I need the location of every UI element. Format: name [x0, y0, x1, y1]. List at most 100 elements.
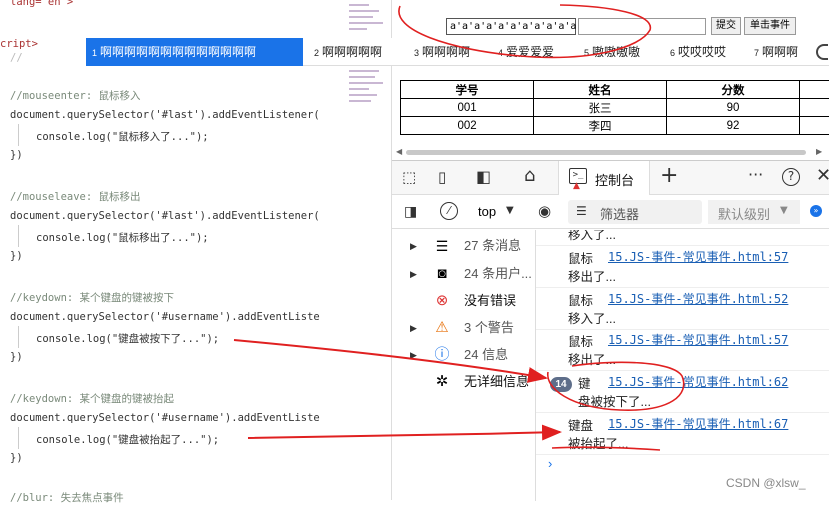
source-link[interactable]: 15.JS-事件-常见事件.html:62 — [608, 373, 788, 390]
device-emulation-icon[interactable]: ▯ — [438, 168, 446, 186]
table-cell — [799, 99, 829, 117]
code-line: cript> — [0, 38, 38, 50]
submit-button[interactable]: 提交 — [711, 17, 741, 35]
sidebar-toggle-icon[interactable]: ◨ — [404, 204, 417, 220]
inspect-icon[interactable]: ⬚ — [402, 168, 416, 186]
browser-page: a'a'a'a'a'a'a'a'a'a'a'a'a'a 提交 单击事件 学号 姓… — [392, 0, 829, 160]
context-selector[interactable]: top ▼ — [470, 202, 526, 222]
code-line: }) — [10, 351, 23, 363]
close-icon[interactable]: ✕ — [816, 165, 829, 186]
code-line: console.log("键盘被抬起了..."); — [36, 432, 219, 447]
message-text: 移出了... — [568, 266, 616, 285]
expand-arrow-icon[interactable]: ▶ — [410, 316, 417, 340]
log-level-selector[interactable]: 默认级别 ▼ — [708, 200, 800, 224]
table-cell: 李四 — [534, 117, 667, 135]
chevron-down-icon: ▼ — [780, 205, 788, 216]
form-row: a'a'a'a'a'a'a'a'a'a'a'a'a'a 提交 单击事件 — [392, 14, 829, 38]
home-icon[interactable]: ⌂ — [524, 165, 535, 186]
message-text: 移出了... — [568, 349, 616, 368]
sidebar-item-verbose[interactable]: ✲ 无详细信息 — [392, 370, 536, 394]
code-comment: //keydown: 某个键盘的键被抬起 — [10, 391, 174, 406]
table-cell: 90 — [667, 99, 800, 117]
page-tab-5[interactable]: 5嗷嗷嗷嗷 — [578, 38, 660, 66]
filter-icon: ☰ — [576, 204, 587, 218]
more-options-icon[interactable]: ··· — [748, 165, 763, 184]
clear-console-icon[interactable]: ⁄ — [440, 202, 458, 220]
console-message: 鼠标 15.JS-事件-常见事件.html:52 移入了... — [536, 290, 829, 330]
console-tab-label: 控制台 — [595, 170, 634, 189]
code-line: document.querySelector('#username').addE… — [10, 311, 320, 323]
username-input[interactable]: a'a'a'a'a'a'a'a'a'a'a'a'a'a — [446, 18, 576, 35]
context-label: top — [478, 204, 496, 219]
console-output[interactable]: 移入了... 鼠标 15.JS-事件-常见事件.html:57 移出了... 鼠… — [536, 230, 829, 501]
expand-arrow-icon[interactable]: ▶ — [410, 262, 417, 286]
user-icon: ◙ — [432, 262, 452, 286]
sidebar-item-info[interactable]: ▶ ⓘ 24 信息 — [392, 343, 536, 367]
chevron-down-icon: ▼ — [506, 205, 514, 216]
message-text: 移入了... — [568, 308, 616, 327]
indent-guide — [18, 326, 19, 348]
indent-guide — [18, 225, 19, 247]
issues-icon[interactable]: » — [810, 205, 822, 217]
source-link[interactable]: 15.JS-事件-常见事件.html:52 — [608, 290, 788, 307]
page-tab-7[interactable]: 7啊啊啊 — [748, 38, 810, 66]
expand-arrow-icon[interactable]: ▶ — [410, 343, 417, 367]
sidebar-item-label: 无详细信息 — [464, 370, 529, 394]
page-tab-bar: 1啊啊啊啊啊啊啊啊啊啊啊啊啊 2啊啊啊啊啊 3啊啊啊啊 4爱爱爱爱 5嗷嗷嗷嗷 … — [86, 38, 829, 66]
page-tab-1[interactable]: 1啊啊啊啊啊啊啊啊啊啊啊啊啊 — [86, 38, 303, 66]
click-event-button[interactable]: 单击事件 — [744, 17, 796, 35]
log-level-label: 默认级别 — [718, 204, 770, 223]
code-line: document.querySelector('#username').addE… — [10, 412, 320, 424]
code-comment: //mouseenter: 鼠标移入 — [10, 88, 141, 103]
code-comment: //blur: 失去焦点事件 — [10, 490, 124, 505]
page-tab-3[interactable]: 3啊啊啊啊 — [408, 38, 488, 66]
page-tab-6[interactable]: 6哎哎哎哎 — [664, 38, 744, 66]
page-tab-4[interactable]: 4爱爱爱爱 — [492, 38, 574, 66]
source-link[interactable]: 15.JS-事件-常见事件.html:67 — [608, 415, 788, 432]
sidebar-item-warnings[interactable]: ▶ ⚠ 3 个警告 — [392, 316, 536, 340]
tab-console[interactable]: >_ ▲ 控制台 — [558, 161, 650, 195]
help-icon[interactable]: ? — [782, 168, 800, 186]
error-icon: ⊗ — [432, 289, 452, 313]
page-tab-2[interactable]: 2啊啊啊啊啊 — [308, 38, 398, 66]
code-comment: //mouseleave: 鼠标移出 — [10, 189, 141, 204]
code-editor[interactable]: lang="en"> cript> // //mouseenter: 鼠标移入 … — [0, 0, 392, 500]
console-warning-icon: ▲ — [573, 181, 580, 191]
filter-placeholder: 筛选器 — [600, 204, 639, 223]
sidebar-item-errors[interactable]: ⊗ 没有错误 — [392, 289, 536, 313]
devtools-tab-bar: ⬚ ▯ ◧ ⌂ >_ ▲ 控制台 + ··· ? ✕ — [392, 161, 829, 195]
console-sidebar: ▶ ☰ 27 条消息 ▶ ◙ 24 条用户... ⊗ 没有错误 ▶ ⚠ 3 个警… — [392, 230, 536, 501]
more-icon[interactable] — [816, 44, 828, 60]
message-text: 键 — [578, 373, 591, 392]
console-prompt[interactable]: › — [548, 456, 552, 471]
sidebar-item-messages[interactable]: ▶ ☰ 27 条消息 — [392, 234, 536, 258]
console-toolbar: ◨ ⁄ top ▼ ◉ ☰ 筛选器 默认级别 ▼ » — [392, 195, 829, 229]
source-link[interactable]: 15.JS-事件-常见事件.html:57 — [608, 248, 788, 265]
sidebar-item-label: 24 条用户... — [464, 262, 532, 286]
table-header: 学号 — [401, 81, 534, 99]
code-line: console.log("鼠标移入了..."); — [36, 129, 209, 144]
code-line: console.log("鼠标移出了..."); — [36, 230, 209, 245]
source-link[interactable]: 15.JS-事件-常见事件.html:57 — [608, 331, 788, 348]
scroll-left-icon[interactable]: ◀ — [396, 147, 402, 156]
indent-guide — [18, 427, 19, 449]
table-row: 001 张三 90 — [401, 99, 829, 117]
filter-input[interactable]: ☰ 筛选器 — [568, 200, 702, 224]
sidebar-item-user-messages[interactable]: ▶ ◙ 24 条用户... — [392, 262, 536, 286]
sidebar-item-label: 没有错误 — [464, 289, 516, 313]
console-message: 鼠标 15.JS-事件-常见事件.html:57 移出了... — [536, 331, 829, 371]
dock-icon[interactable]: ◧ — [476, 167, 491, 186]
eye-icon[interactable]: ◉ — [538, 202, 551, 220]
code-line: document.querySelector('#last').addEvent… — [10, 210, 320, 222]
code-line: console.log("键盘被按下了..."); — [36, 331, 219, 346]
scroll-right-icon[interactable]: ▶ — [816, 147, 822, 156]
add-tab-icon[interactable]: + — [660, 163, 678, 188]
scrollbar-thumb[interactable] — [406, 150, 806, 155]
horizontal-scrollbar[interactable]: ◀ ▶ — [392, 147, 829, 157]
second-input[interactable] — [578, 18, 706, 35]
expand-arrow-icon[interactable]: ▶ — [410, 234, 417, 258]
code-line: document.querySelector('#last').addEvent… — [10, 109, 320, 121]
console-message: 14 键 15.JS-事件-常见事件.html:62 盘被按下了... — [536, 373, 829, 413]
sidebar-item-label: 3 个警告 — [464, 316, 514, 340]
devtools-panel: ⬚ ▯ ◧ ⌂ >_ ▲ 控制台 + ··· ? ✕ ◨ ⁄ top ▼ ◉ ☰… — [392, 160, 829, 500]
